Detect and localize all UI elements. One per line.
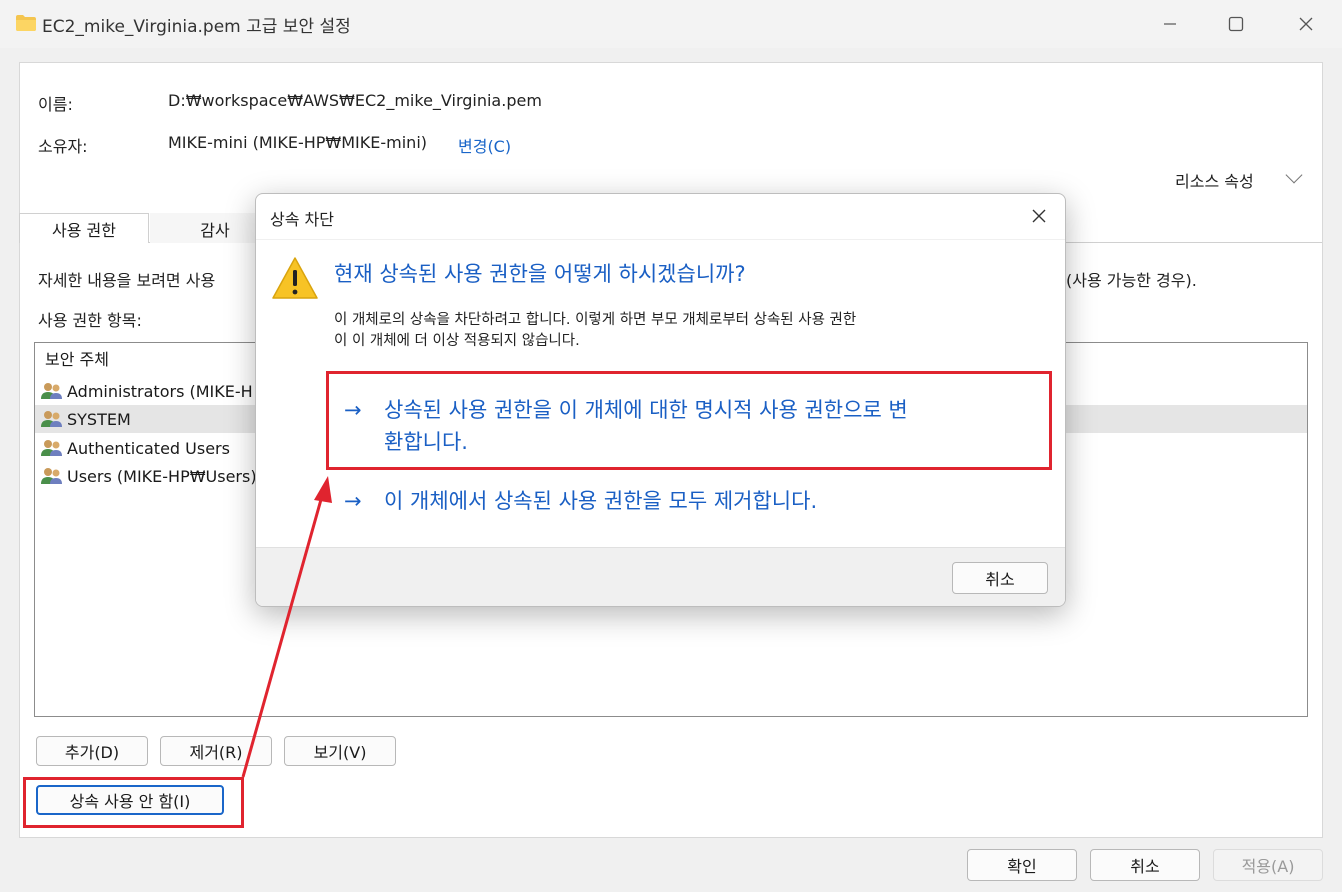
remove-button[interactable]: 제거(R) [160, 736, 272, 766]
help-text-right: (사용 가능한 경우). [1066, 271, 1197, 290]
ok-button[interactable]: 확인 [967, 849, 1077, 881]
close-window-button[interactable] [1286, 8, 1326, 40]
owner-value: MIKE-mini (MIKE-HP₩MIKE-mini) [168, 133, 427, 152]
dialog-title: 상속 차단 [270, 210, 334, 229]
permission-entries-label: 사용 권한 항목: [38, 311, 142, 330]
apply-button[interactable]: 적용(A) [1213, 849, 1323, 881]
maximize-button[interactable] [1216, 8, 1256, 40]
column-header-principal[interactable]: 보안 주체 [45, 346, 109, 370]
arrow-right-icon: → [344, 489, 362, 513]
dialog-question: 현재 상속된 사용 권한을 어떻게 하시겠습니까? [334, 262, 746, 286]
dialog-description: 이 개체로의 상속을 차단하려고 합니다. 이렇게 하면 부모 개체로부터 상속… [334, 310, 1044, 352]
remove-option-text: 이 개체에서 상속된 사용 권한을 모두 제거합니다. [384, 489, 818, 513]
close-icon [1032, 209, 1046, 223]
dialog-close-button[interactable] [1027, 204, 1051, 228]
principal-name: SYSTEM [67, 409, 131, 429]
help-text-left: 자세한 내용을 보려면 사용 [38, 271, 216, 290]
remove-inherited-permissions-option[interactable]: → 이 개체에서 상속된 사용 권한을 모두 제거합니다. [344, 485, 1064, 517]
dialog-description-line2: 이 이 개체에 더 이상 적용되지 않습니다. [334, 333, 580, 349]
principal-name: Administrators (MIKE-H [67, 381, 253, 401]
chevron-down-icon[interactable] [1285, 166, 1303, 184]
maximize-icon [1228, 16, 1244, 32]
highlight-box-disable-inheritance [23, 777, 244, 828]
name-label: 이름: [38, 95, 73, 114]
tab-permissions-label: 사용 권한 [52, 220, 116, 240]
users-group-icon [41, 468, 62, 484]
owner-label: 소유자: [38, 137, 88, 156]
name-value: D:₩workspace₩AWS₩EC2_mike_Virginia.pem [168, 91, 542, 110]
close-icon [1299, 17, 1313, 31]
principal-name: Authenticated Users [67, 438, 230, 458]
tab-auditing-label: 감사 [200, 220, 230, 240]
users-group-icon [41, 411, 62, 427]
owner-change-link[interactable]: 변경(C) [458, 133, 511, 157]
minimize-icon [1164, 23, 1176, 25]
users-group-icon [41, 383, 62, 399]
dialog-footer: 취소 [256, 547, 1065, 606]
cancel-button[interactable]: 취소 [1090, 849, 1200, 881]
folder-icon [16, 15, 36, 31]
title-bar: EC2_mike_Virginia.pem 고급 보안 설정 [0, 0, 1342, 48]
dialog-description-line1: 이 개체로의 상속을 차단하려고 합니다. 이렇게 하면 부모 개체로부터 상속… [334, 312, 857, 328]
users-group-icon [41, 440, 62, 456]
add-button[interactable]: 추가(D) [36, 736, 148, 766]
tab-permissions[interactable]: 사용 권한 [19, 213, 149, 243]
principal-name: Users (MIKE-HP₩Users) [67, 466, 257, 486]
view-button[interactable]: 보기(V) [284, 736, 396, 766]
dialog-cancel-button[interactable]: 취소 [952, 562, 1048, 594]
window-title: EC2_mike_Virginia.pem 고급 보안 설정 [42, 17, 351, 37]
minimize-button[interactable] [1150, 8, 1190, 40]
resource-properties-toggle[interactable]: 리소스 속성 [1175, 168, 1254, 192]
highlight-box-convert-option [326, 371, 1052, 470]
warning-icon [272, 257, 318, 299]
